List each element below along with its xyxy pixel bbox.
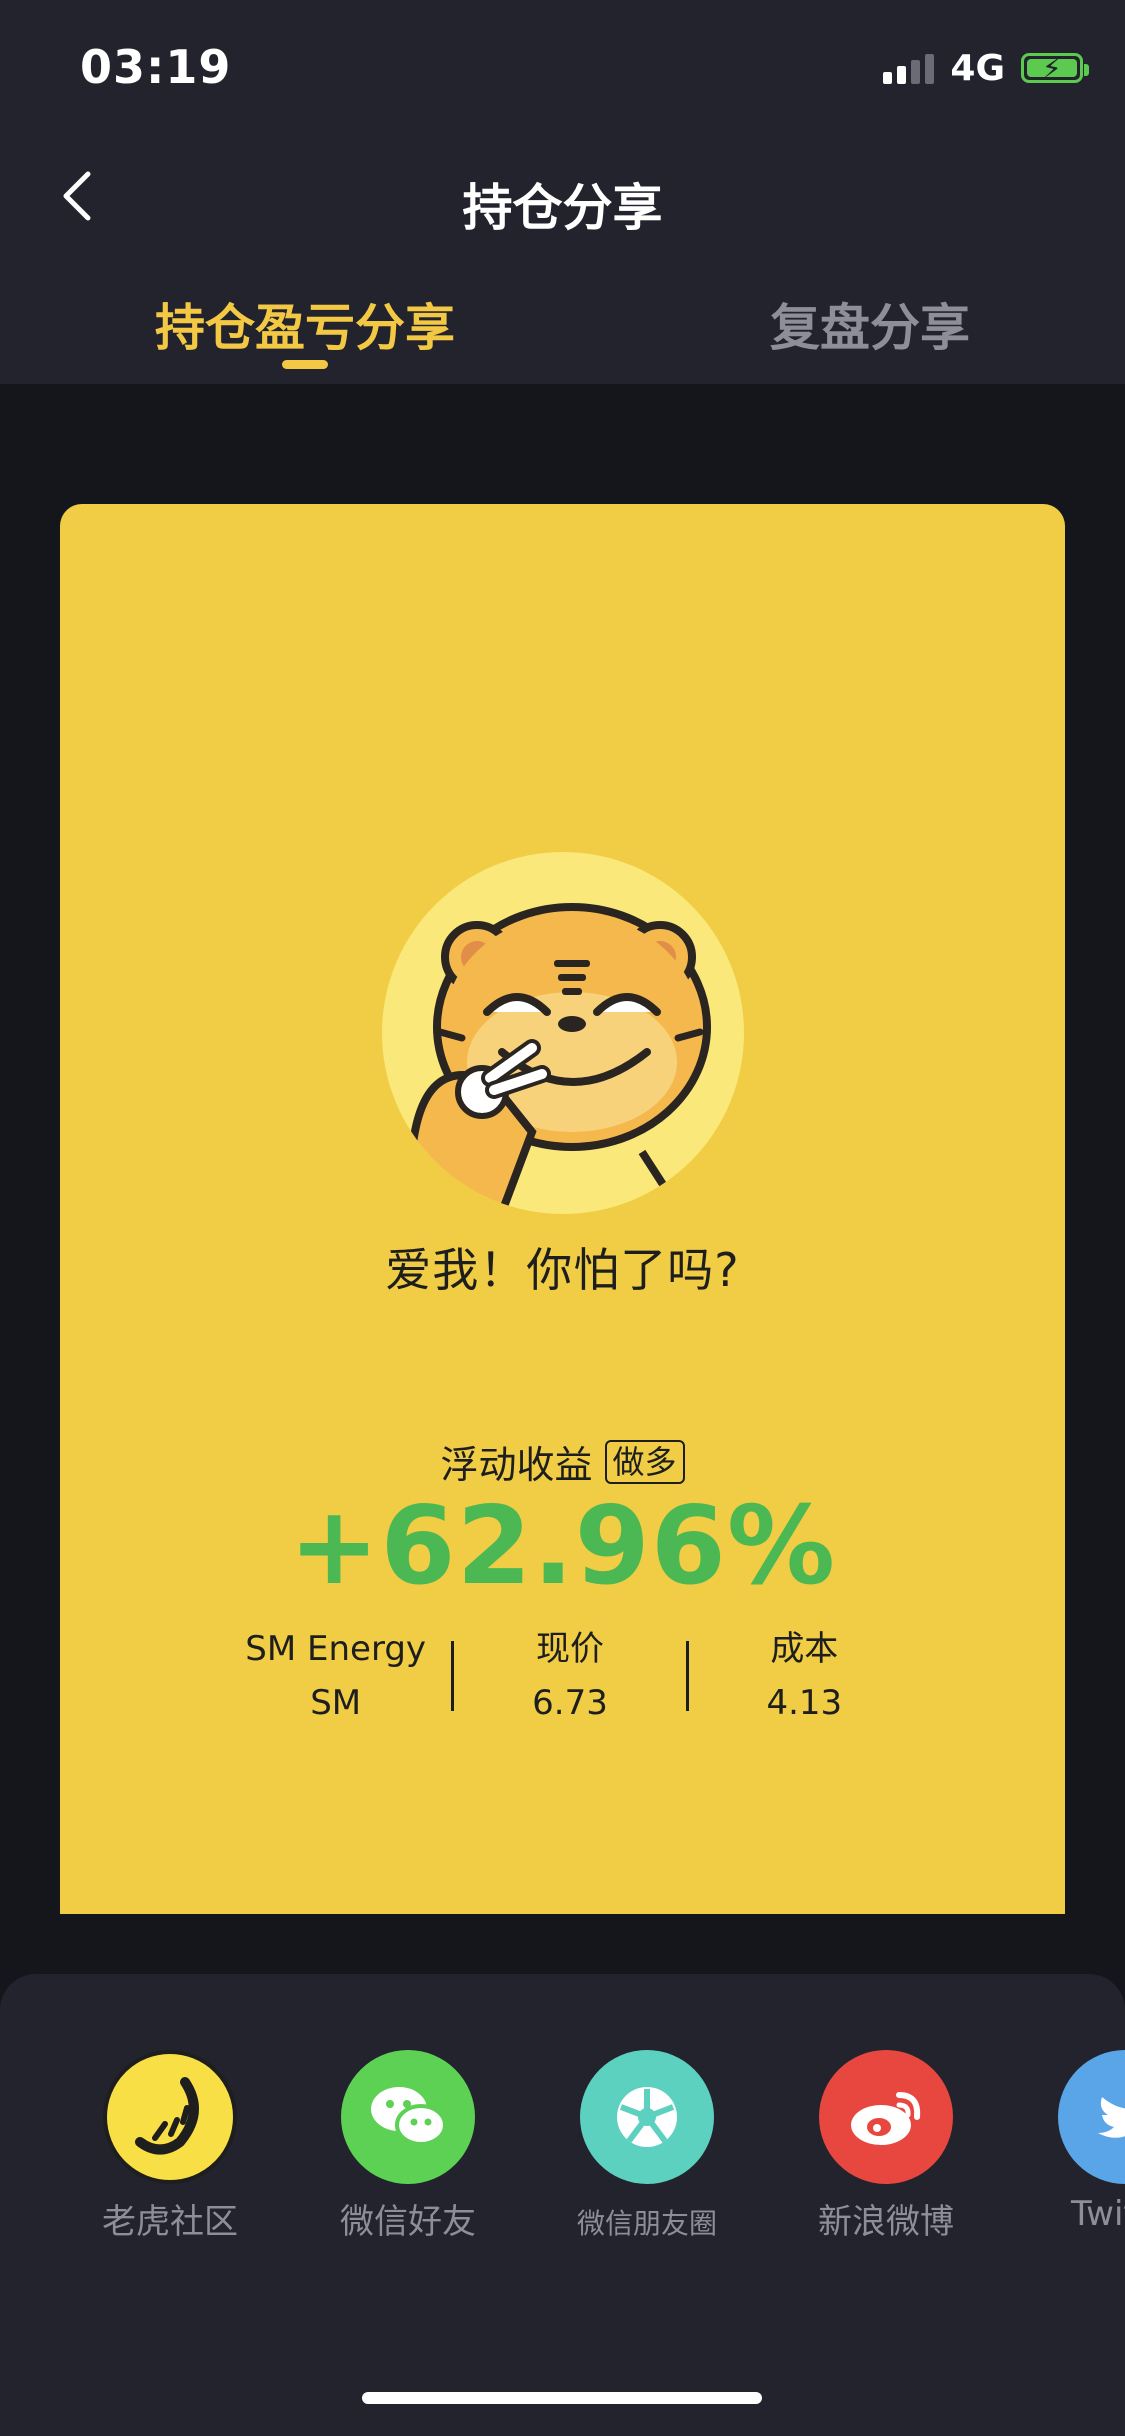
page-title: 持仓分享 — [462, 179, 663, 237]
stock-name: SM Energy — [245, 1629, 427, 1669]
status-bar: 03:19 4G ⚡ — [0, 0, 1125, 130]
status-indicators: 4G ⚡ — [883, 47, 1089, 89]
share-target-weibo[interactable]: 新浪微博 — [796, 2050, 976, 2243]
share-target-label: 微信好友 — [340, 2202, 476, 2242]
floating-gain-label: 浮动收益 — [440, 1443, 593, 1487]
tab-position-pnl-share[interactable]: 持仓盈亏分享 — [150, 288, 460, 360]
header: 03:19 4G ⚡ 持仓分享 持仓盈亏分享 复盘分享 — [0, 0, 1125, 384]
position-info-row: SM Energy SM 现价 6.73 成本 4.13 — [220, 1616, 920, 1736]
status-time: 03:19 — [80, 40, 232, 94]
wechat-moments-icon — [580, 2050, 714, 2184]
share-target-wechat[interactable]: 微信好友 — [318, 2050, 498, 2243]
position-direction-tag: 做多 — [604, 1439, 685, 1484]
twitter-icon — [1058, 2050, 1125, 2184]
wechat-icon — [341, 2050, 475, 2184]
tiger-mascot-image — [382, 852, 744, 1214]
share-target-label: 老虎社区 — [102, 2202, 238, 2242]
share-target-label: 新浪微博 — [818, 2202, 954, 2242]
floating-gain-value: +62.96% — [288, 1484, 837, 1609]
share-card: 爱我！你怕了吗? 浮动收益 做多 +62.96% SM Energy SM 现价… — [60, 504, 1065, 1914]
tiger-community-icon — [103, 2050, 237, 2184]
share-sheet: 老虎社区 微信好友 微信朋友圈 新浪微博 Twi — [0, 1974, 1125, 2436]
tab-bar: 持仓盈亏分享 复盘分享 — [0, 280, 1125, 380]
cost-label: 成本 — [770, 1629, 839, 1669]
signal-icon — [883, 52, 935, 84]
nav-bar: 持仓分享 — [0, 140, 1125, 260]
cost-info: 成本 4.13 — [689, 1622, 920, 1730]
share-target-label: Twitter — [1071, 2194, 1125, 2234]
tab-review-share[interactable]: 复盘分享 — [760, 288, 980, 360]
share-targets: 老虎社区 微信好友 微信朋友圈 新浪微博 Twi — [0, 2050, 1125, 2250]
current-price-label: 现价 — [535, 1629, 604, 1669]
stock-ticker: SM — [310, 1683, 362, 1723]
network-type: 4G — [950, 47, 1005, 89]
battery-icon: ⚡ — [1021, 53, 1089, 84]
cost-value: 4.13 — [766, 1683, 843, 1723]
current-price-info: 现价 6.73 — [454, 1622, 685, 1730]
share-target-twitter[interactable]: Twitter — [1035, 2050, 1125, 2234]
home-indicator[interactable] — [362, 2392, 762, 2404]
share-target-tiger-community[interactable]: 老虎社区 — [80, 2050, 260, 2243]
tab-active-indicator — [282, 360, 328, 369]
stock-info: SM Energy SM — [220, 1622, 451, 1730]
share-target-label: 微信朋友圈 — [576, 2207, 717, 2240]
weibo-icon — [819, 2050, 953, 2184]
current-price-value: 6.73 — [532, 1683, 608, 1723]
gain-label-row: 浮动收益 做多 — [60, 1434, 1065, 1489]
share-target-wechat-moments[interactable]: 微信朋友圈 — [557, 2050, 737, 2242]
share-quote: 爱我！你怕了吗? — [385, 1243, 740, 1297]
